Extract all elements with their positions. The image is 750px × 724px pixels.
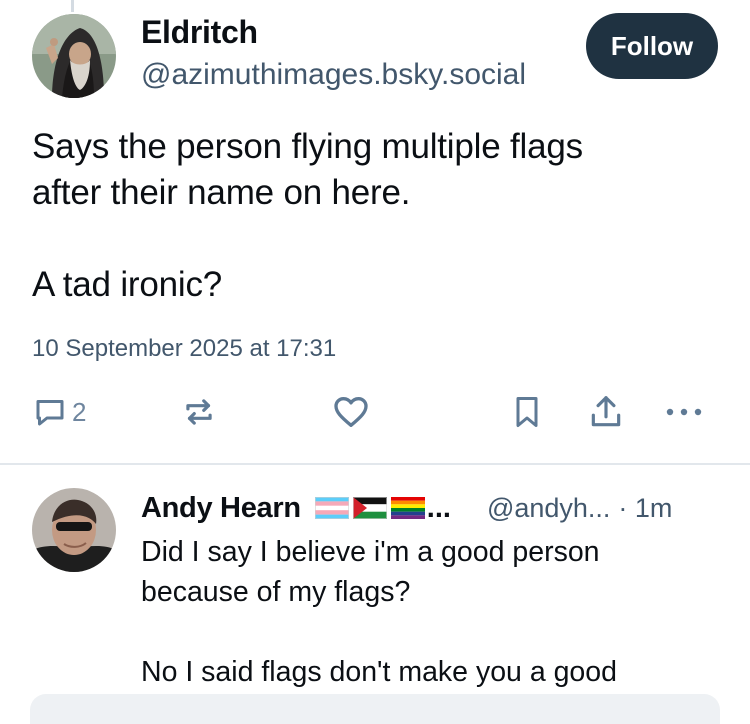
next-item-edge — [30, 694, 720, 724]
main-post: Eldritch @azimuthimages.bsky.social Foll… — [0, 0, 750, 464]
transgender-flag-icon — [314, 497, 349, 519]
share-button[interactable] — [587, 390, 625, 434]
repost-button[interactable] — [180, 390, 218, 434]
palestine-flag-icon — [352, 497, 387, 519]
reply-header: Andy Hearn ... @andyh... · 1m — [141, 488, 731, 528]
more-icon — [664, 402, 704, 422]
reply-author-handle[interactable]: @andyh... — [487, 493, 610, 524]
reply-icon — [32, 394, 68, 430]
reply-timestamp[interactable]: · 1m — [618, 493, 672, 524]
avatar[interactable] — [32, 488, 116, 572]
bookmark-icon — [509, 393, 545, 431]
reply-author-name[interactable]: Andy Hearn — [141, 492, 301, 525]
reply-button[interactable]: 2 — [32, 390, 86, 434]
more-options-button[interactable] — [664, 390, 704, 434]
like-button[interactable] — [331, 390, 371, 434]
author-flags — [314, 497, 425, 519]
reply-count: 2 — [72, 396, 87, 427]
reply-author-avatar-image — [32, 488, 116, 572]
post-text: Says the person flying multiple flags af… — [32, 127, 583, 304]
pride-flag-icon — [390, 497, 425, 519]
like-icon — [331, 392, 371, 432]
post-divider — [0, 463, 750, 465]
avatar[interactable] — [32, 14, 116, 98]
name-truncation: ... — [426, 491, 451, 524]
author-name[interactable]: Eldritch — [141, 14, 258, 51]
author-avatar-image — [32, 14, 116, 98]
share-icon — [587, 393, 625, 431]
author-handle[interactable]: @azimuthimages.bsky.social — [141, 58, 526, 92]
bookmark-button[interactable] — [509, 390, 545, 434]
follow-button[interactable]: Follow — [586, 13, 718, 79]
repost-icon — [180, 393, 218, 431]
reply-text: Did I say I believe i'm a good person be… — [141, 536, 617, 688]
post-timestamp[interactable]: 10 September 2025 at 17:31 — [32, 335, 336, 363]
